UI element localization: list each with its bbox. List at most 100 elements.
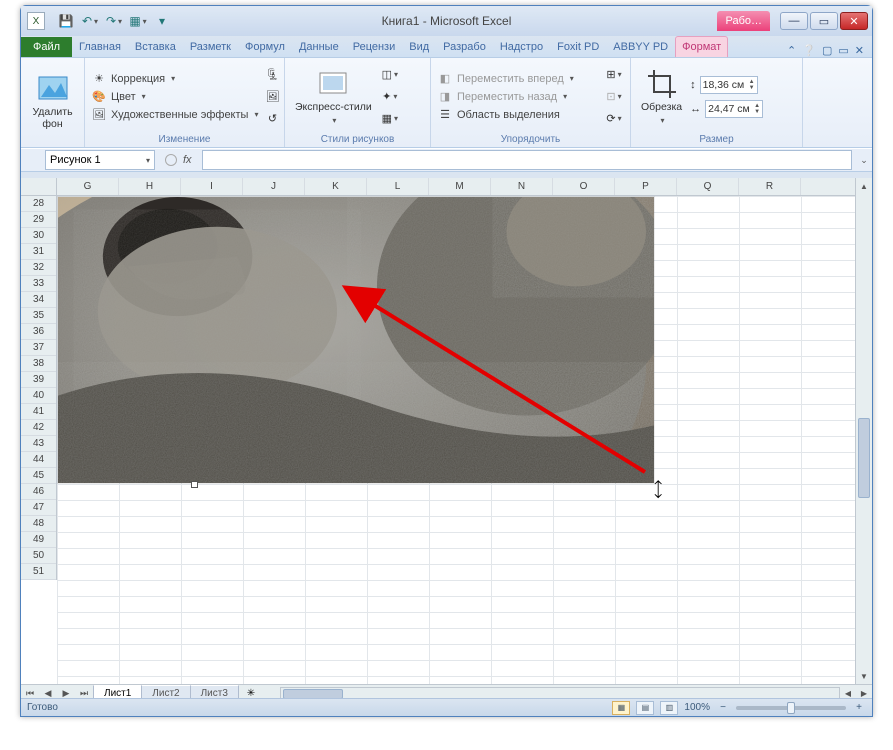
tab-page-layout[interactable]: Разметк [183,36,238,57]
row-header[interactable]: 43 [21,436,56,452]
picture-border-icon[interactable]: ◫▾ [380,65,400,85]
maximize-button[interactable]: ▭ [810,12,838,30]
row-header[interactable]: 37 [21,340,56,356]
tab-developer[interactable]: Разрабо [436,36,493,57]
zoom-in-icon[interactable]: + [852,702,866,713]
crop-button[interactable]: Обрезка ▾ [637,66,686,127]
height-input[interactable]: 18,36 см ▲▼ [700,76,758,94]
undo-icon[interactable]: ↶▾ [80,11,100,31]
row-header[interactable]: 50 [21,548,56,564]
fx-icon[interactable]: fx [183,154,192,166]
tab-data[interactable]: Данные [292,36,346,57]
select-all-corner[interactable] [21,178,57,196]
help-icon[interactable]: ❔ [802,44,816,57]
tab-view[interactable]: Вид [402,36,436,57]
cancel-icon[interactable] [165,154,177,166]
column-header[interactable]: L [367,178,429,195]
row-header[interactable]: 39 [21,372,56,388]
row-header[interactable]: 32 [21,260,56,276]
column-header[interactable]: H [119,178,181,195]
rotate-icon[interactable]: ⟳▾ [604,109,624,129]
row-header[interactable]: 34 [21,292,56,308]
tab-insert[interactable]: Вставка [128,36,183,57]
row-header[interactable]: 49 [21,532,56,548]
picture-object[interactable] [57,196,655,484]
row-header[interactable]: 48 [21,516,56,532]
corrections-button[interactable]: ☀ Коррекция▾ [91,71,258,87]
zoom-out-icon[interactable]: − [716,702,730,713]
color-button[interactable]: 🎨 Цвет▾ [91,89,258,105]
view-page-layout-icon[interactable]: ▤ [636,701,654,715]
tab-addins[interactable]: Надстро [493,36,550,57]
column-header[interactable]: M [429,178,491,195]
compress-pictures-icon[interactable]: 🗜 [262,65,282,85]
column-header[interactable]: O [553,178,615,195]
tab-foxit[interactable]: Foxit PD [550,36,606,57]
hscroll-thumb[interactable] [283,689,343,699]
name-box-dropdown-icon[interactable]: ▾ [146,156,150,165]
close-button[interactable]: ✕ [840,12,868,30]
row-header[interactable]: 51 [21,564,56,580]
picture-layout-icon[interactable]: ▦▾ [380,109,400,129]
close-workbook-icon[interactable]: ✕ [855,44,864,57]
column-header[interactable]: Q [677,178,739,195]
remove-background-button[interactable]: Удалить фон [28,71,76,132]
align-icon[interactable]: ⊞▾ [604,65,624,85]
tab-abbyy[interactable]: ABBYY PD [606,36,675,57]
scroll-up-icon[interactable]: ▲ [856,178,872,194]
restore-workbook-icon[interactable]: ▭ [838,44,848,57]
zoom-level[interactable]: 100% [684,702,710,713]
group-icon[interactable]: ⊡▾ [604,87,624,107]
row-header[interactable]: 40 [21,388,56,404]
row-header[interactable]: 41 [21,404,56,420]
cells-grid[interactable]: ⤢ [57,196,855,684]
spinner-icon[interactable]: ▲▼ [754,103,760,115]
row-header[interactable]: 33 [21,276,56,292]
scroll-right-icon[interactable]: ▶ [856,689,872,698]
tab-format[interactable]: Формат [675,36,728,57]
file-tab[interactable]: Файл [21,37,72,57]
column-header[interactable]: P [615,178,677,195]
view-page-break-icon[interactable]: ▥ [660,701,678,715]
ribbon-display-options-icon[interactable]: ▢ [822,44,832,57]
row-headers[interactable]: 2829303132333435363738394041424344454647… [21,196,57,580]
zoom-slider[interactable] [736,706,846,710]
row-header[interactable]: 30 [21,228,56,244]
row-header[interactable]: 42 [21,420,56,436]
row-header[interactable]: 38 [21,356,56,372]
column-header[interactable]: R [739,178,801,195]
row-header[interactable]: 46 [21,484,56,500]
minimize-button[interactable]: — [780,12,808,30]
column-header[interactable]: K [305,178,367,195]
selection-pane-button[interactable]: ☰ Область выделения [437,107,600,123]
send-backward-button[interactable]: ◨ Переместить назад▾ [437,89,600,105]
column-header[interactable]: J [243,178,305,195]
change-picture-icon[interactable]: 🖼 [262,87,282,107]
formula-input[interactable] [202,150,852,170]
row-header[interactable]: 29 [21,212,56,228]
picture-effects-icon[interactable]: ✦▾ [380,87,400,107]
row-header[interactable]: 44 [21,452,56,468]
save-icon[interactable]: 💾 [56,11,76,31]
tab-home[interactable]: Главная [72,36,128,57]
tab-review[interactable]: Рецензи [346,36,403,57]
row-header[interactable]: 36 [21,324,56,340]
reset-picture-icon[interactable]: ↺ [262,109,282,129]
row-header[interactable]: 28 [21,196,56,212]
qat-dropdown-icon[interactable]: ▾ [152,11,172,31]
redo-icon[interactable]: ↷▾ [104,11,124,31]
row-header[interactable]: 35 [21,308,56,324]
artistic-effects-button[interactable]: 🖼 Художественные эффекты▾ [91,107,258,123]
column-header[interactable]: N [491,178,553,195]
vertical-scrollbar[interactable]: ▲ ▼ [855,178,872,684]
column-headers[interactable]: GHIJKLMNOPQR [57,178,855,196]
scroll-down-icon[interactable]: ▼ [856,668,872,684]
row-header[interactable]: 45 [21,468,56,484]
tab-formulas[interactable]: Формул [238,36,292,57]
column-header[interactable]: I [181,178,243,195]
scroll-left-icon[interactable]: ◀ [840,689,856,698]
selection-handle[interactable] [191,481,198,488]
scrollbar-thumb[interactable] [858,418,870,498]
express-styles-button[interactable]: Экспресс-стили ▾ [291,66,376,127]
view-normal-icon[interactable]: ▦ [612,701,630,715]
